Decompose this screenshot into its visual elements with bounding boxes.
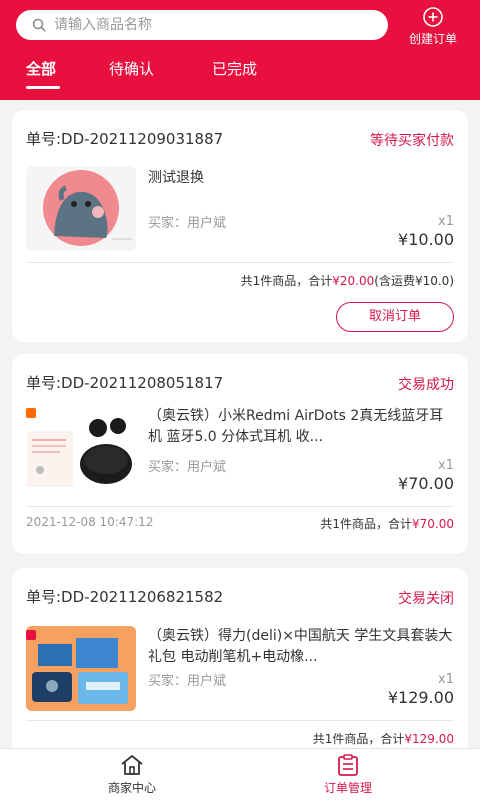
order-status: 交易成功 [398, 377, 454, 393]
tab-all[interactable]: 全部 [26, 58, 56, 79]
create-order-button[interactable]: 创建订单 [400, 6, 466, 47]
nav-order-management[interactable]: 订单管理 [288, 753, 408, 796]
order-summary: 共1件商品，合计¥20.00(含运费¥10.0) [241, 272, 454, 289]
cancel-order-button[interactable]: 取消订单 [336, 302, 454, 332]
summary-prefix: 共1件商品，合计 [240, 274, 333, 288]
product-image[interactable] [26, 404, 136, 489]
product-title: （奥云铁）小米Redmi AirDots 2真无线蓝牙耳机 蓝牙5.0 分体式耳… [148, 408, 444, 445]
status-tabs: 全部 待确认 已完成 [0, 58, 480, 94]
order-list-icon [338, 754, 358, 776]
nav-merchant-center[interactable]: 商家中心 [72, 753, 192, 796]
order-summary: 共1件商品，合计¥129.00 [313, 730, 454, 747]
summary-amount: ¥129.00 [404, 732, 454, 746]
product-title: （奥云铁）得力(deli)×中国航天 学生文具套装大礼包 电动削笔机+电动橡..… [148, 628, 453, 665]
order-card[interactable]: 单号:DD-20211208051817 交易成功 （奥云铁）小米Redmi A… [12, 354, 468, 554]
order-time: 2021-12-08 10:47:12 [26, 515, 154, 529]
active-tab-indicator [26, 86, 60, 89]
order-status: 等待买家付款 [370, 133, 454, 149]
divider [26, 506, 454, 507]
product-title: 测试退换 [148, 170, 204, 186]
add-circle-icon [423, 7, 443, 27]
summary-amount: ¥20.00 [332, 274, 375, 288]
buyer-name: 买家：用户斌 [148, 216, 227, 231]
stationery-product-image [26, 626, 136, 711]
buyer-name: 买家：用户斌 [148, 460, 227, 475]
create-order-label: 创建订单 [408, 32, 457, 46]
product-image[interactable] [26, 166, 136, 251]
nav-label: 订单管理 [323, 781, 372, 795]
product-image[interactable] [26, 626, 136, 711]
buyer-name: 买家：用户斌 [148, 674, 227, 689]
search-bar[interactable] [16, 10, 388, 40]
order-status: 交易关闭 [398, 591, 454, 607]
home-icon [121, 755, 143, 775]
quantity: x1 [438, 458, 454, 473]
search-icon [32, 18, 46, 32]
quantity: x1 [438, 672, 454, 687]
bottom-navigation: 商家中心 订单管理 [0, 748, 480, 800]
price: ¥70.00 [398, 474, 454, 493]
order-card[interactable]: 单号:DD-20211206821582 交易关闭 （奥云铁）得力(deli)×… [12, 568, 468, 768]
order-number: 单号:DD-20211209031887 [26, 130, 224, 148]
summary-prefix: 共1件商品，合计 [312, 732, 405, 746]
divider [26, 262, 454, 263]
search-input[interactable] [54, 17, 354, 33]
order-number: 单号:DD-20211208051817 [26, 374, 224, 392]
price: ¥10.00 [398, 230, 454, 249]
divider [26, 720, 454, 721]
order-summary: 共1件商品，合计¥70.00 [320, 515, 454, 532]
top-header: 创建订单 全部 待确认 已完成 [0, 0, 480, 100]
tab-pending[interactable]: 待确认 [109, 58, 154, 79]
summary-prefix: 共1件商品，合计 [320, 517, 412, 531]
summary-amount: ¥70.00 [412, 517, 454, 531]
price: ¥129.00 [387, 688, 454, 707]
order-number: 单号:DD-20211206821582 [26, 588, 224, 606]
summary-shipping: (含运费¥10.0) [374, 274, 454, 288]
nav-label: 商家中心 [107, 781, 156, 795]
cartoon-product-image [26, 166, 136, 251]
order-card[interactable]: 单号:DD-20211209031887 等待买家付款 测试退换 买家：用户斌 … [12, 110, 468, 342]
tab-completed[interactable]: 已完成 [212, 58, 257, 79]
earbuds-product-image [26, 404, 136, 489]
quantity: x1 [438, 214, 454, 229]
